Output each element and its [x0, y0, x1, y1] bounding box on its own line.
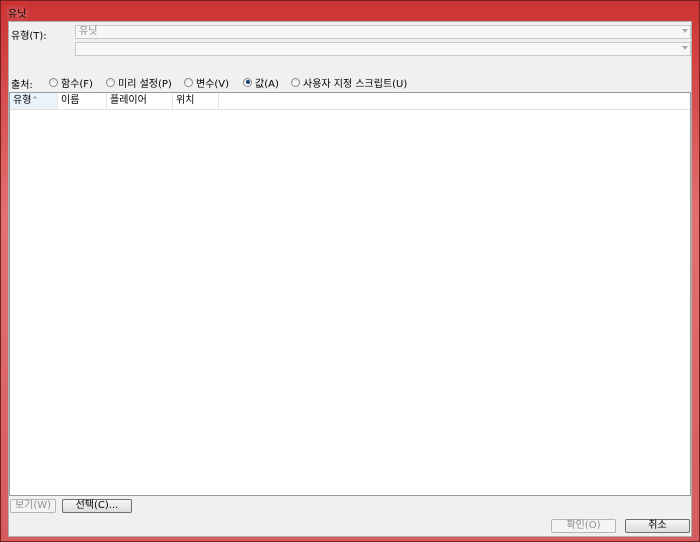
subtype-combobox[interactable] [75, 42, 691, 56]
radio-button-icon[interactable] [184, 77, 193, 87]
radio-button-selected-icon[interactable] [243, 77, 252, 87]
cancel-button[interactable]: 취소 [625, 519, 690, 533]
radio-function[interactable]: 함수(F) [49, 75, 93, 90]
source-radio-group: 출처: 함수(F) 미리 설정(P) 변수(V) 값(A) 사용자 지정 스크립… [9, 74, 691, 91]
unit-dialog-window: 유닛 유형(T): 유닛 출처: 함수(F) 미리 설정(P) 변수(V) 값(… [0, 0, 700, 542]
column-header-player[interactable]: 플레이어 [107, 93, 173, 109]
type-combobox-value: 유닛 [79, 26, 98, 37]
column-header-position[interactable]: 위치 [173, 93, 219, 109]
dialog-body: 유형(T): 유닛 출처: 함수(F) 미리 설정(P) 변수(V) 값(A) … [8, 21, 692, 537]
radio-value-label: 값(A) [255, 78, 279, 90]
radio-button-icon[interactable] [106, 77, 115, 87]
view-button[interactable]: 보기(W) [10, 499, 56, 513]
radio-preset[interactable]: 미리 설정(P) [106, 75, 172, 90]
sort-ascending-icon: ^ [32, 96, 38, 104]
list-header: 유형 ^ 이름 플레이어 위치 [10, 93, 690, 110]
radio-value[interactable]: 값(A) [243, 75, 279, 90]
window-title: 유닛 [8, 9, 27, 20]
column-header-name-label: 이름 [61, 95, 80, 106]
radio-custom-script-label: 사용자 지정 스크립트(U) [303, 78, 408, 90]
column-header-player-label: 플레이어 [110, 95, 147, 106]
column-header-position-label: 위치 [176, 95, 195, 106]
radio-function-label: 함수(F) [61, 78, 93, 90]
radio-preset-label: 미리 설정(P) [118, 78, 172, 90]
source-label: 출처: [11, 80, 33, 91]
chevron-down-icon[interactable] [682, 46, 688, 50]
radio-custom-script[interactable]: 사용자 지정 스크립트(U) [291, 75, 408, 90]
column-header-name[interactable]: 이름 [58, 93, 107, 109]
radio-variable[interactable]: 변수(V) [184, 75, 230, 90]
select-button[interactable]: 선택(C)... [62, 499, 132, 513]
radio-button-icon[interactable] [49, 77, 58, 87]
radio-variable-label: 변수(V) [196, 78, 230, 90]
type-combobox[interactable]: 유닛 [75, 25, 691, 39]
column-header-type-label: 유형 [13, 95, 32, 106]
radio-button-icon[interactable] [291, 77, 300, 87]
title-bar[interactable]: 유닛 [1, 1, 699, 21]
type-label: 유형(T): [11, 31, 47, 42]
column-header-type[interactable]: 유형 ^ [10, 93, 58, 109]
chevron-down-icon[interactable] [682, 29, 688, 33]
ok-button[interactable]: 확인(O) [551, 519, 616, 533]
unit-list[interactable]: 유형 ^ 이름 플레이어 위치 [9, 92, 691, 496]
